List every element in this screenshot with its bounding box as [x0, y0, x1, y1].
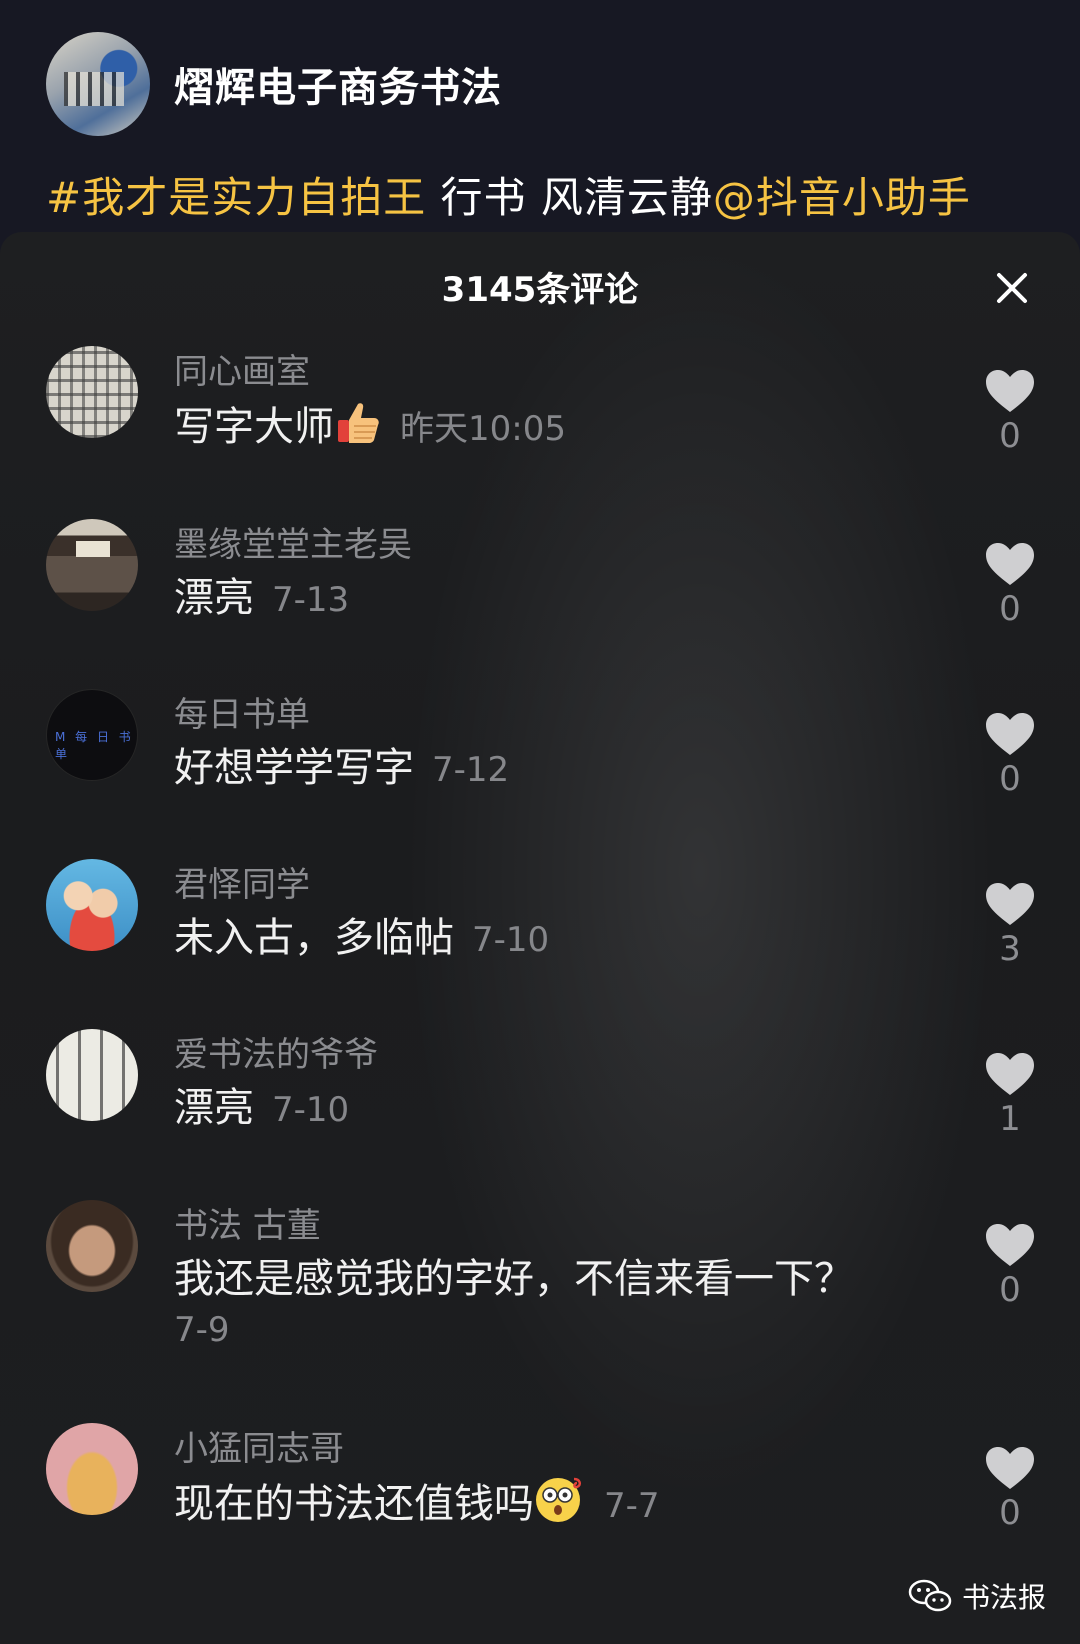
- dizzy-face-icon: [534, 1475, 586, 1537]
- comment-username[interactable]: 每日书单: [174, 687, 310, 736]
- comments-panel: 3145条评论 同心画室 写字大师 昨天10:05 0 墨缘堂堂主老吴 漂亮 7…: [0, 232, 1080, 1644]
- like-count: 0: [999, 416, 1021, 456]
- avatar[interactable]: [46, 1423, 138, 1515]
- comment-body: 我还是感觉我的字好，不信来看一下？ 7-9: [174, 1252, 934, 1354]
- close-button[interactable]: [994, 270, 1030, 306]
- author-avatar[interactable]: [46, 32, 150, 136]
- like-button[interactable]: 0: [982, 1445, 1038, 1533]
- author-name[interactable]: 熠辉电子商务书法: [174, 55, 502, 113]
- comment-username[interactable]: 君怿同学: [174, 857, 310, 906]
- comment-username[interactable]: 爱书法的爷爷: [174, 1027, 378, 1076]
- like-count: 0: [999, 589, 1021, 629]
- comment-username[interactable]: 同心画室: [174, 344, 310, 393]
- avatar[interactable]: [46, 346, 138, 438]
- comment-text: 漂亮: [174, 1085, 254, 1131]
- avatar[interactable]: [46, 1200, 138, 1292]
- comment-body: 好想学学写字 7-12: [174, 741, 934, 797]
- heart-icon: [986, 883, 1034, 925]
- comment-username[interactable]: 小猛同志哥: [174, 1421, 344, 1470]
- like-button[interactable]: 3: [982, 881, 1038, 969]
- like-count: 0: [999, 759, 1021, 799]
- heart-icon: [986, 1053, 1034, 1095]
- heart-icon: [986, 370, 1034, 412]
- avatar[interactable]: [46, 519, 138, 611]
- comment-time: 昨天10:05: [400, 409, 566, 449]
- comment-text: 现在的书法还值钱吗: [174, 1481, 534, 1527]
- watermark-label: 书法报: [961, 1581, 1046, 1614]
- heart-icon: [986, 1447, 1034, 1489]
- like-count: 1: [999, 1099, 1021, 1139]
- like-button[interactable]: 0: [982, 368, 1038, 456]
- comment-username[interactable]: 墨缘堂堂主老吴: [174, 517, 412, 566]
- comment-text: 好想学学写字: [174, 745, 414, 791]
- like-button[interactable]: 0: [982, 541, 1038, 629]
- heart-icon: [986, 713, 1034, 755]
- comment-count: 3145条评论: [441, 270, 639, 310]
- mention-link[interactable]: @抖音小助手: [713, 173, 971, 222]
- hashtag-link[interactable]: #我才是实力自拍王: [46, 173, 426, 222]
- like-count: 0: [999, 1270, 1021, 1310]
- like-count: 3: [999, 929, 1021, 969]
- like-button[interactable]: 0: [982, 1222, 1038, 1310]
- comment-text: 写字大师: [174, 404, 334, 450]
- avatar[interactable]: M 每 日 书 单: [46, 689, 138, 781]
- avatar[interactable]: [46, 859, 138, 951]
- comment-time: 7-9: [174, 1310, 230, 1350]
- caption-text: 行书 风清云静: [426, 173, 713, 222]
- author-row[interactable]: 熠辉电子商务书法: [46, 32, 502, 136]
- heart-icon: [986, 1224, 1034, 1266]
- wechat-icon: [908, 1579, 952, 1612]
- video-caption: #我才是实力自拍王 行书 风清云静@抖音小助手: [46, 164, 971, 225]
- comment-time: 7-12: [432, 750, 510, 790]
- watermark: 书法报: [908, 1576, 1046, 1616]
- close-icon: [997, 273, 1027, 303]
- avatar[interactable]: [46, 1029, 138, 1121]
- comment-body: 漂亮 7-10: [174, 1081, 934, 1137]
- like-button[interactable]: 0: [982, 711, 1038, 799]
- comment-body: 写字大师 昨天10:05: [174, 398, 934, 460]
- comment-username[interactable]: 书法 古董: [174, 1198, 321, 1247]
- comment-time: 7-7: [604, 1486, 660, 1526]
- app-screen: 熠辉电子商务书法 #我才是实力自拍王 行书 风清云静@抖音小助手 3145条评论…: [0, 0, 1080, 1644]
- comment-text: 未入古，多临帖: [174, 915, 454, 961]
- thumbs-up-icon: [334, 398, 382, 460]
- comment-body: 漂亮 7-13: [174, 571, 934, 627]
- comment-text: 漂亮: [174, 575, 254, 621]
- comments-header: 3145条评论: [0, 232, 1080, 346]
- comment-body: 未入古，多临帖 7-10: [174, 911, 934, 967]
- comment-text: 我还是感觉我的字好，不信来看一下？: [174, 1256, 854, 1302]
- comment-time: 7-13: [272, 580, 350, 620]
- comment-time: 7-10: [272, 1090, 350, 1130]
- heart-icon: [986, 543, 1034, 585]
- like-count: 0: [999, 1493, 1021, 1533]
- comment-body: 现在的书法还值钱吗 7-7: [174, 1475, 934, 1537]
- like-button[interactable]: 1: [982, 1051, 1038, 1139]
- comment-time: 7-10: [472, 920, 550, 960]
